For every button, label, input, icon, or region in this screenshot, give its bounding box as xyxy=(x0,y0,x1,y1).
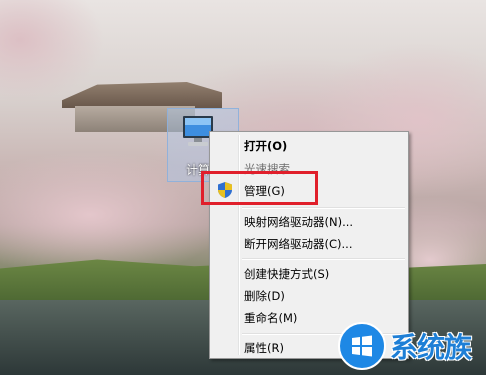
wallpaper-building-roof xyxy=(62,82,222,108)
menu-item-delete[interactable]: 删除(D) xyxy=(244,286,285,306)
windows-logo-icon xyxy=(352,335,372,357)
menu-item-properties[interactable]: 属性(R) xyxy=(244,338,284,358)
menu-separator xyxy=(242,258,405,260)
highlight-box xyxy=(201,171,318,205)
watermark-text: 系统族 xyxy=(390,331,472,364)
menu-icon-column xyxy=(238,135,240,355)
menu-separator xyxy=(242,207,405,209)
menu-item-create-shortcut[interactable]: 创建快捷方式(S) xyxy=(244,264,329,284)
watermark-logo: 系统族 xyxy=(338,322,486,375)
menu-item-rename[interactable]: 重命名(M) xyxy=(244,308,297,328)
menu-item-map-network-drive[interactable]: 映射网络驱动器(N)... xyxy=(244,212,353,232)
windows-logo-circle xyxy=(338,322,386,370)
menu-item-disconnect-network-drive[interactable]: 断开网络驱动器(C)... xyxy=(244,234,352,254)
menu-item-open[interactable]: 打开(O) xyxy=(244,136,287,156)
